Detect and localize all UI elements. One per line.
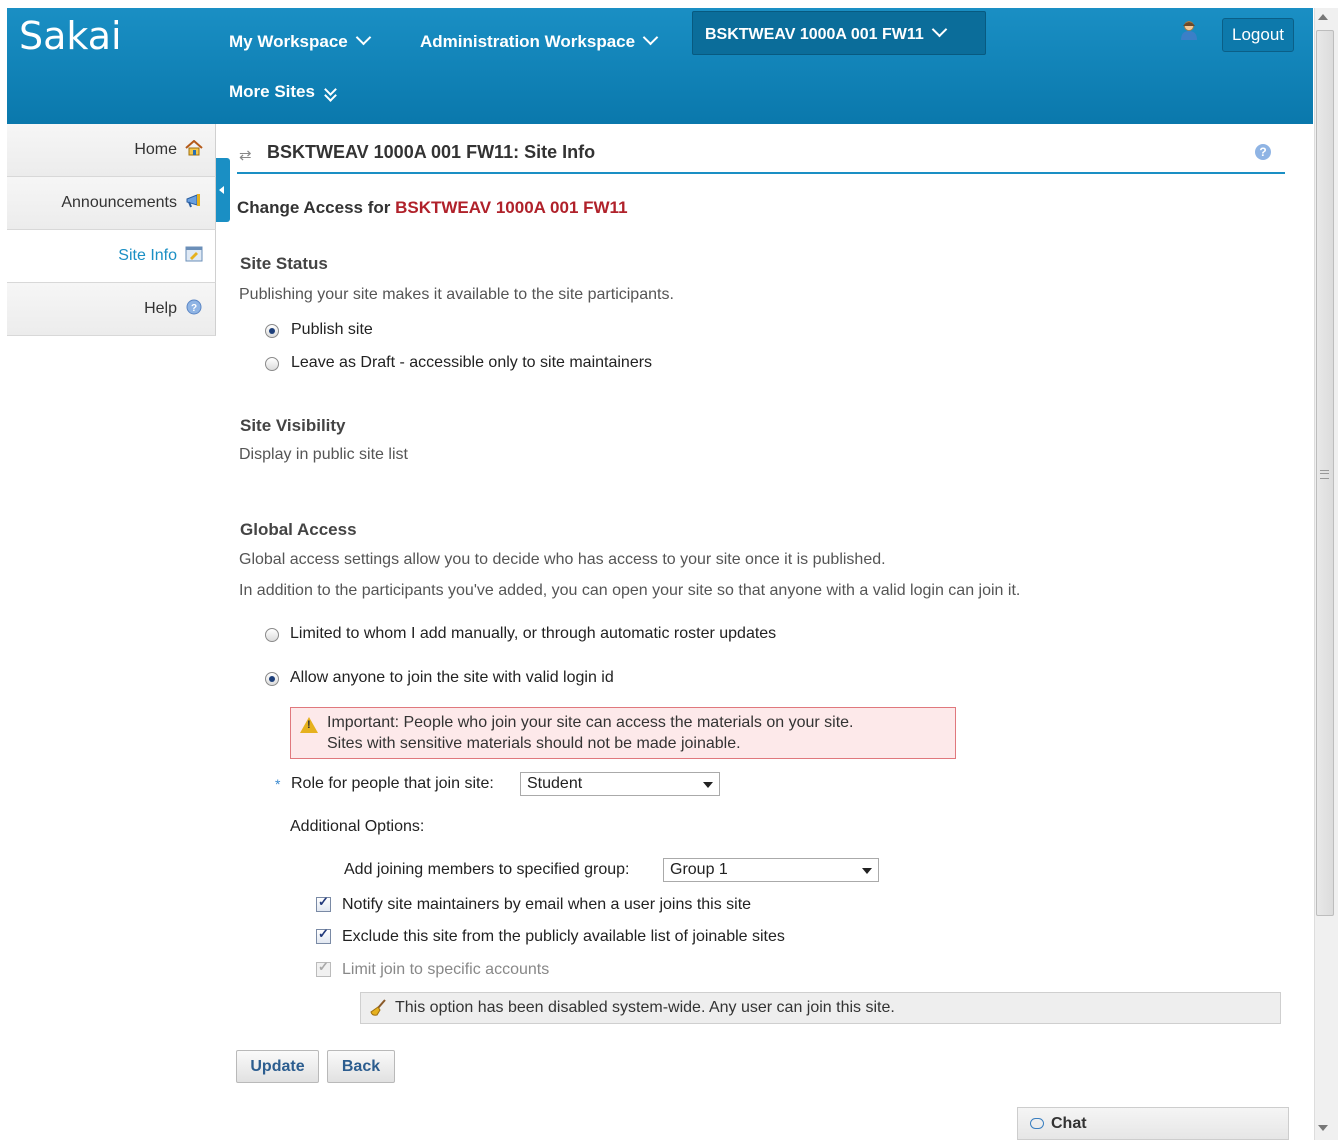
back-button[interactable]: Back [327, 1050, 395, 1083]
limit-join-label: Limit join to specific accounts [342, 961, 550, 978]
nav-my-workspace[interactable]: My Workspace [229, 29, 372, 52]
page-title: BSKTWEAV 1000A 001 FW11: Site Info [267, 142, 596, 162]
announcements-icon [186, 194, 200, 208]
warning-line-1: Important: People who join your site can… [327, 714, 854, 731]
group-select[interactable]: Group 1 [663, 858, 879, 882]
site-info-icon [185, 246, 203, 262]
role-select[interactable]: Student [520, 772, 720, 796]
scroll-down-arrow-icon[interactable] [1318, 1125, 1328, 1131]
group-select-value: Group 1 [670, 861, 728, 878]
sidebar-item-label: Help [144, 300, 177, 317]
limited-access-radio[interactable] [265, 628, 279, 642]
nav-more-sites[interactable]: More Sites [229, 82, 337, 102]
joinable-warning: Important: People who join your site can… [290, 707, 956, 759]
warning-line-2: Sites with sensitive materials should no… [327, 735, 741, 752]
top-header: Sakai [7, 8, 1313, 124]
chevron-down-icon [931, 21, 948, 38]
sidebar-item-label: Home [134, 141, 177, 158]
allow-anyone-label[interactable]: Allow anyone to join the site with valid… [290, 669, 614, 687]
nav-my-workspace-label: My Workspace [229, 32, 348, 51]
change-access-site: BSKTWEAV 1000A 001 FW11 [395, 198, 628, 217]
draft-site-label[interactable]: Leave as Draft - accessible only to site… [291, 354, 652, 372]
warning-icon [300, 717, 318, 733]
nav-current-site-label: BSKTWEAV 1000A 001 FW11 [705, 26, 924, 43]
svg-text:?: ? [191, 303, 197, 314]
scroll-grip-icon [1320, 470, 1329, 479]
sidebar-collapse-toggle[interactable] [216, 158, 230, 222]
nav-admin-workspace[interactable]: Administration Workspace [420, 29, 659, 52]
limit-join-checkbox [316, 959, 331, 977]
site-visibility-description: Display in public site list [239, 446, 408, 463]
chevron-down-icon [642, 29, 659, 46]
double-chevron-down-icon [323, 83, 337, 102]
user-icon[interactable] [1180, 20, 1198, 40]
notify-maintainers-checkbox[interactable] [316, 894, 331, 912]
chevron-down-icon [355, 29, 372, 46]
tool-sidebar: Home Announcements Site Info Help? [7, 124, 216, 336]
sidebar-item-help[interactable]: Help? [7, 283, 216, 336]
sidebar-item-announcements[interactable]: Announcements [7, 177, 216, 230]
draft-site-radio[interactable] [265, 357, 279, 371]
site-status-heading: Site Status [240, 254, 328, 273]
global-access-description-1: Global access settings allow you to deci… [239, 551, 886, 568]
dropdown-arrow-icon [703, 782, 713, 788]
allow-anyone-radio[interactable] [265, 672, 279, 686]
chat-panel[interactable]: Chat [1017, 1107, 1289, 1140]
global-access-description-2: In addition to the participants you've a… [239, 582, 1021, 599]
role-select-value: Student [527, 775, 583, 792]
scroll-up-arrow-icon[interactable] [1318, 14, 1328, 20]
system-disabled-info: This option has been disabled system-wid… [360, 992, 1281, 1024]
notify-maintainers-label[interactable]: Notify site maintainers by email when a … [342, 896, 751, 914]
change-access-prefix: Change Access for [237, 198, 391, 217]
sidebar-item-label: Announcements [61, 194, 177, 211]
system-disabled-message: This option has been disabled system-wid… [395, 999, 895, 1016]
change-access-heading: Change Access for BSKTWEAV 1000A 001 FW1… [237, 198, 628, 218]
update-button[interactable]: Update [236, 1050, 319, 1083]
publish-site-radio[interactable] [265, 324, 279, 338]
publish-site-label[interactable]: Publish site [291, 321, 373, 339]
site-visibility-heading: Site Visibility [240, 416, 346, 435]
nav-current-site[interactable]: BSKTWEAV 1000A 001 FW11 [692, 11, 986, 55]
dropdown-arrow-icon [862, 868, 872, 874]
chat-label: Chat [1051, 1115, 1087, 1132]
sidebar-item-home[interactable]: Home [7, 124, 216, 177]
sidebar-item-site-info[interactable]: Site Info [7, 230, 216, 283]
role-label: Role for people that join site: [291, 775, 494, 792]
help-icon[interactable]: ? [1255, 144, 1271, 160]
group-label: Add joining members to specified group: [344, 861, 630, 878]
sidebar-item-label: Site Info [118, 247, 177, 264]
required-marker: * [275, 776, 281, 792]
global-access-heading: Global Access [240, 520, 357, 539]
exclude-joinable-checkbox[interactable] [316, 926, 331, 944]
limited-access-label[interactable]: Limited to whom I add manually, or throu… [290, 625, 776, 643]
help-icon: ? [186, 299, 202, 315]
chat-bubble-icon [1030, 1118, 1044, 1129]
home-icon [185, 140, 203, 156]
exclude-joinable-label[interactable]: Exclude this site from the publicly avai… [342, 928, 785, 946]
broom-icon [370, 999, 386, 1016]
nav-more-sites-label: More Sites [229, 82, 315, 101]
logout-button[interactable]: Logout [1222, 18, 1294, 52]
sakai-logo[interactable]: Sakai [19, 14, 122, 58]
additional-options-label: Additional Options: [290, 818, 425, 835]
reset-tool-icon[interactable]: ⇄ [239, 146, 252, 164]
site-status-description: Publishing your site makes it available … [239, 286, 674, 303]
nav-admin-workspace-label: Administration Workspace [420, 32, 636, 51]
tool-title-bar: ⇄ BSKTWEAV 1000A 001 FW11: Site Info ? [237, 138, 1285, 174]
